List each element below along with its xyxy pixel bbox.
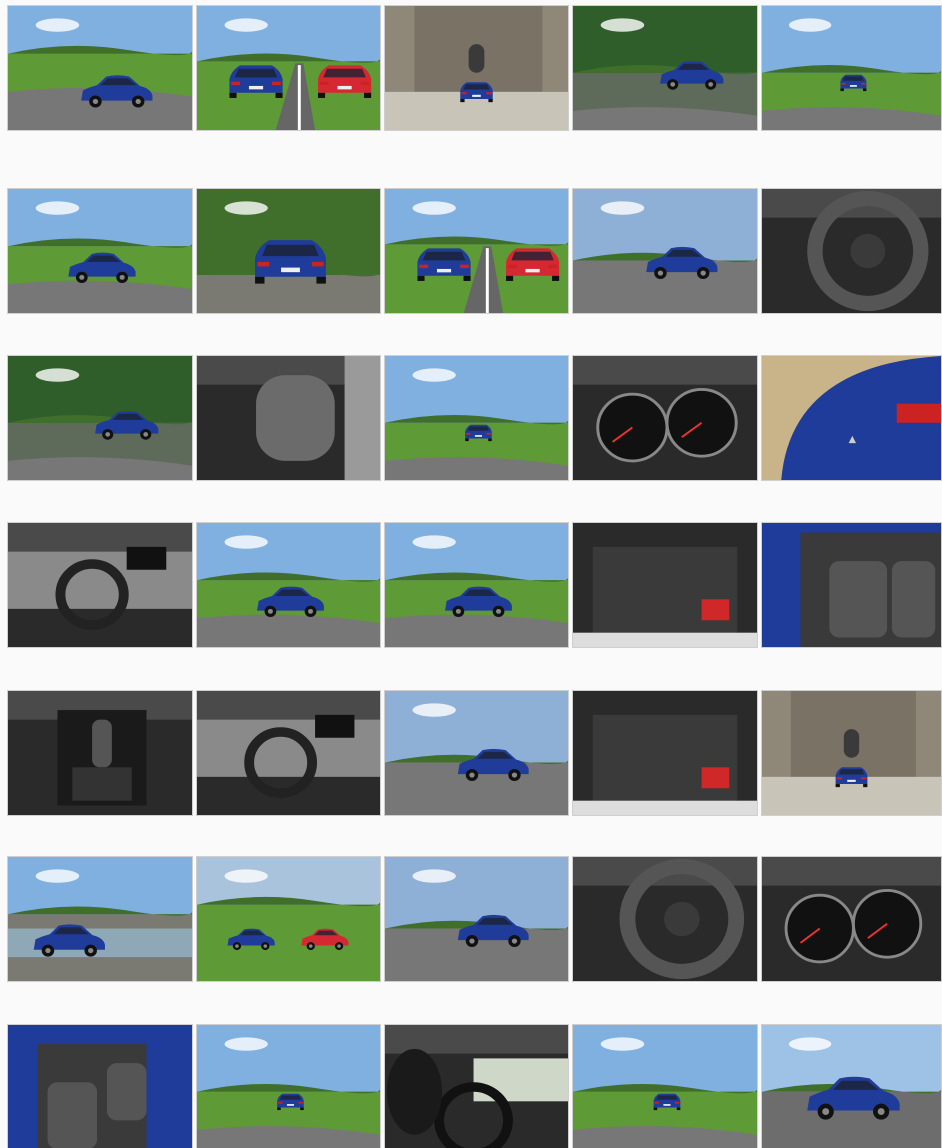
- photo-thumbnail[interactable]: [761, 5, 942, 131]
- photo-image: [8, 691, 192, 815]
- gallery-row: [0, 1024, 942, 1148]
- photo-thumbnail[interactable]: [196, 1024, 381, 1148]
- photo-thumbnail[interactable]: [7, 5, 193, 131]
- photo-thumbnail[interactable]: [761, 690, 942, 816]
- svg-text:▲: ▲: [849, 434, 857, 445]
- photo-thumbnail[interactable]: [384, 856, 569, 982]
- photo-image: [197, 189, 380, 313]
- photo-image: [762, 1025, 941, 1148]
- photo-image: [385, 857, 568, 981]
- photo-image: [385, 1025, 568, 1148]
- photo-thumbnail[interactable]: [7, 188, 193, 314]
- gallery-row: [0, 690, 942, 820]
- photo-image: [385, 356, 568, 480]
- photo-thumbnail[interactable]: [7, 522, 193, 648]
- photo-thumbnail[interactable]: [196, 188, 381, 314]
- photo-thumbnail[interactable]: [7, 355, 193, 481]
- photo-image: [573, 1025, 757, 1148]
- photo-image: [573, 6, 757, 130]
- photo-thumbnail[interactable]: [572, 355, 758, 481]
- photo-thumbnail[interactable]: [384, 5, 569, 131]
- photo-thumbnail[interactable]: [761, 188, 942, 314]
- photo-thumbnail[interactable]: [196, 5, 381, 131]
- photo-thumbnail[interactable]: ▲: [761, 355, 942, 481]
- gallery-row: [0, 856, 942, 986]
- photo-thumbnail[interactable]: [7, 690, 193, 816]
- photo-thumbnail[interactable]: [384, 690, 569, 816]
- photo-thumbnail[interactable]: [7, 1024, 193, 1148]
- photo-image: [762, 857, 941, 981]
- photo-image: [385, 189, 568, 313]
- photo-thumbnail[interactable]: [761, 1024, 942, 1148]
- photo-image: [8, 857, 192, 981]
- photo-image: [385, 691, 568, 815]
- photo-image: [385, 523, 568, 647]
- photo-thumbnail[interactable]: [572, 690, 758, 816]
- photo-thumbnail[interactable]: [384, 1024, 569, 1148]
- photo-thumbnail[interactable]: [196, 355, 381, 481]
- photo-image: [197, 691, 380, 815]
- photo-image: [573, 523, 757, 647]
- gallery-row: ▲: [0, 355, 942, 485]
- photo-thumbnail[interactable]: [196, 522, 381, 648]
- photo-thumbnail[interactable]: [572, 522, 758, 648]
- photo-image: [197, 857, 380, 981]
- photo-image: [573, 857, 757, 981]
- photo-thumbnail[interactable]: [761, 856, 942, 982]
- photo-thumbnail[interactable]: [572, 5, 758, 131]
- photo-thumbnail[interactable]: [572, 1024, 758, 1148]
- photo-gallery: ▲: [0, 0, 942, 1148]
- photo-image: [573, 189, 757, 313]
- photo-thumbnail[interactable]: [384, 355, 569, 481]
- photo-image: [8, 189, 192, 313]
- gallery-row: [0, 522, 942, 652]
- photo-image: [385, 6, 568, 130]
- photo-image: [197, 523, 380, 647]
- photo-image: [762, 691, 941, 815]
- photo-thumbnail[interactable]: [196, 690, 381, 816]
- photo-image: [8, 356, 192, 480]
- photo-image: [197, 356, 380, 480]
- photo-thumbnail[interactable]: [196, 856, 381, 982]
- photo-image: [197, 6, 380, 130]
- photo-image: [762, 6, 941, 130]
- gallery-row: [0, 188, 942, 318]
- photo-image: [573, 691, 757, 815]
- photo-thumbnail[interactable]: [7, 856, 193, 982]
- photo-image: [8, 523, 192, 647]
- photo-thumbnail[interactable]: [384, 188, 569, 314]
- photo-image: [8, 6, 192, 130]
- photo-thumbnail[interactable]: [761, 522, 942, 648]
- gallery-row: [0, 5, 942, 135]
- photo-image: [762, 189, 941, 313]
- photo-image: [762, 523, 941, 647]
- photo-image: [197, 1025, 380, 1148]
- photo-thumbnail[interactable]: [572, 856, 758, 982]
- photo-image: [8, 1025, 192, 1148]
- photo-image: [573, 356, 757, 480]
- photo-image: ▲: [762, 356, 941, 480]
- photo-thumbnail[interactable]: [384, 522, 569, 648]
- photo-thumbnail[interactable]: [572, 188, 758, 314]
